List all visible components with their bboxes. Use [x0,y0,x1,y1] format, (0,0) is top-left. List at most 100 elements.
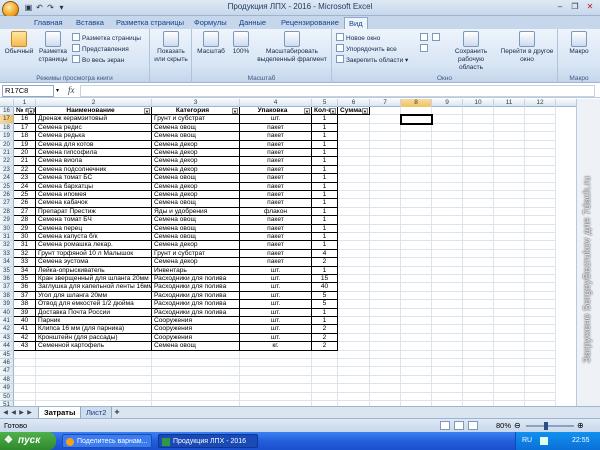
cell[interactable] [338,283,370,292]
cell[interactable]: Сооружения [152,317,240,326]
cell[interactable] [494,249,525,259]
taskbar-item-browser[interactable]: Поделитесь варнам... [62,434,152,448]
cell[interactable] [370,375,401,385]
tab-review[interactable]: Рецензирование [277,17,343,29]
cell[interactable] [432,300,463,309]
column-header[interactable]: 8 [401,99,432,107]
cell[interactable] [338,132,370,141]
cell[interactable] [432,165,463,175]
cell[interactable] [338,350,370,359]
cell[interactable] [370,149,401,158]
cell[interactable] [463,115,494,124]
show-hide-button[interactable]: Показать или скрыть [153,31,189,64]
cell[interactable] [463,367,494,376]
cell[interactable] [463,342,494,351]
column-header[interactable]: 2 [36,99,152,107]
new-window-button[interactable]: Новое окно [336,33,380,42]
cell[interactable]: шт. [240,291,312,301]
insert-sheet-icon[interactable]: ✚ [112,409,122,417]
cell[interactable] [240,367,312,376]
cell[interactable]: шт. [240,115,312,124]
cell[interactable] [494,258,525,267]
cell[interactable] [370,123,401,133]
filter-dropdown-icon[interactable]: ▼ [362,108,368,114]
cell[interactable]: пакет [240,132,312,141]
cell[interactable]: 1 [312,165,338,175]
cell[interactable]: 2 [312,258,338,267]
cell[interactable] [14,350,36,359]
cell[interactable] [463,291,494,301]
cell[interactable]: Семена подсолнечник [36,165,152,175]
cell[interactable]: 41 [14,325,36,334]
cell[interactable] [432,115,463,124]
cell[interactable] [494,300,525,309]
cell[interactable] [338,325,370,334]
cell[interactable] [432,384,463,393]
cell[interactable] [463,325,494,334]
cell[interactable] [338,258,370,267]
cell[interactable]: 2 [312,333,338,343]
cell[interactable]: пакет [240,241,312,250]
table-header-cell[interactable]: Сумма ▼ [338,107,370,116]
cell[interactable]: 35 [14,275,36,284]
cell[interactable] [370,350,401,359]
cell[interactable] [401,367,432,376]
tab-home[interactable]: Главная [30,17,67,29]
full-screen-button[interactable]: Во весь экран [72,55,124,64]
cell[interactable] [463,266,494,275]
cell[interactable] [338,367,370,376]
cell[interactable] [463,275,494,284]
page-break-button[interactable]: Разметка страницы [72,33,141,42]
column-header[interactable]: 1 [14,99,36,107]
cell[interactable]: Семена кабачок [36,199,152,208]
cell[interactable] [401,350,432,359]
cell[interactable] [401,392,432,401]
cell[interactable]: Семена виола [36,157,152,166]
cell[interactable] [338,359,370,368]
cell[interactable] [432,317,463,326]
cell[interactable] [370,157,401,166]
cell[interactable] [432,283,463,292]
cell[interactable]: Семена редька [36,132,152,141]
cell[interactable] [401,199,432,208]
cell[interactable]: Семена бархатцы [36,182,152,191]
cell[interactable] [463,132,494,141]
filter-dropdown-icon[interactable]: ▼ [304,108,310,114]
cell[interactable] [370,233,401,242]
function-icon[interactable]: fx [68,85,75,95]
cell[interactable] [432,258,463,267]
switch-windows-button[interactable]: Перейти в другое окно [500,31,554,64]
cell[interactable]: Яды и удобрения [152,207,240,217]
cell[interactable] [401,224,432,233]
cell[interactable] [525,266,556,275]
cell[interactable] [432,233,463,242]
cell[interactable] [432,191,463,200]
cell[interactable] [525,342,556,351]
cell[interactable] [370,317,401,326]
cell[interactable] [463,283,494,292]
cell[interactable]: Кран зверщенный для шланга 20мм [36,275,152,284]
cell[interactable] [432,350,463,359]
cell[interactable]: Семена декор [152,157,240,166]
cell[interactable]: Семена овощ [152,216,240,225]
cell[interactable] [338,291,370,301]
cell[interactable] [401,375,432,385]
cell[interactable] [463,207,494,217]
cell[interactable] [14,384,36,393]
column-header[interactable]: 10 [463,99,494,107]
cell[interactable]: Дренаж керамзитовый [36,115,152,124]
cell[interactable] [525,325,556,334]
cell[interactable] [494,207,525,217]
cell[interactable] [432,207,463,217]
cell[interactable] [36,375,152,385]
cell[interactable] [370,224,401,233]
cell[interactable] [525,275,556,284]
cell[interactable]: 34 [14,266,36,275]
column-header[interactable]: 6 [338,99,370,107]
cell[interactable] [432,241,463,250]
cell[interactable] [36,350,152,359]
cell[interactable] [240,375,312,385]
cell[interactable] [525,392,556,401]
cell[interactable] [494,275,525,284]
tab-page-layout[interactable]: Разметка страницы [112,17,188,29]
